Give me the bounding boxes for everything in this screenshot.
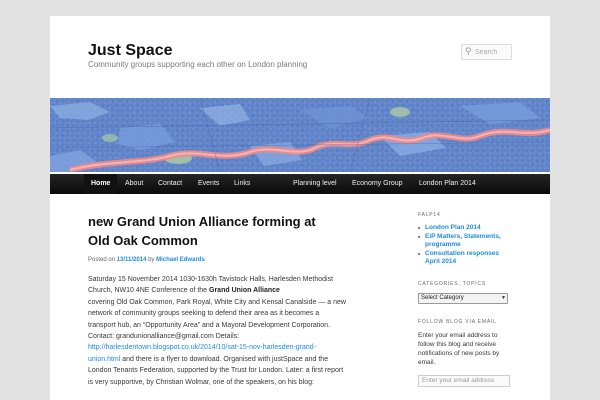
post-title[interactable]: new Grand Union Alliance forming at Old … <box>88 212 346 250</box>
magnifier-icon: ⚲ <box>465 47 472 57</box>
post-title-line1[interactable]: new Grand Union Alliance forming at <box>88 214 316 229</box>
post-meta: Posted on 13/11/2014 by Michael Edwards <box>88 257 346 263</box>
nav-item-planning-level[interactable]: Planning level <box>286 174 344 194</box>
link-london-plan-2014[interactable]: London Plan 2014 <box>425 224 481 231</box>
list-item: EiP Matters, Statements, programme <box>418 233 514 250</box>
post-bold-alliance: Grand Union Alliance <box>209 287 280 295</box>
post-body: Saturday 15 November 2014 1030-1630h Tav… <box>88 274 346 388</box>
site-title[interactable]: Just Space <box>88 42 172 60</box>
site-description: Community groups supporting each other o… <box>88 60 308 69</box>
post-paragraph-2: covering Old Oak Common, Park Royal, Whi… <box>88 298 346 341</box>
nav-item-home[interactable]: Home <box>84 174 118 194</box>
follow-email-description: Enter your email address to follow this … <box>418 331 500 366</box>
select-arrows-icon: ▼ <box>501 294 506 301</box>
category-select[interactable]: Select Category ▼ <box>418 292 508 304</box>
post-date-link[interactable]: 13/11/2014 <box>117 257 147 263</box>
category-select-value: Select Category <box>421 294 464 301</box>
post-title-line2[interactable]: Old Oak Common <box>88 233 198 248</box>
widget-title-falp14: FALP14 <box>418 212 441 218</box>
search-placeholder: Search <box>475 49 498 56</box>
list-item: Consultation responses April 2014 <box>418 250 514 267</box>
post-paragraph-3: and there is a flyer to download. Organi… <box>88 355 344 386</box>
nav-item-events[interactable]: Events <box>191 174 226 194</box>
london-map-image <box>50 98 550 172</box>
falp14-link-list: London Plan 2014 EiP Matters, Statements… <box>418 224 514 267</box>
post-author-link[interactable]: Michael Edwards <box>156 257 205 263</box>
main-navigation: Home About Contact Events Links Planning… <box>50 174 550 194</box>
link-eip-matters[interactable]: EiP Matters, Statements, programme <box>425 233 501 249</box>
by-label: by <box>148 257 155 263</box>
nav-item-about[interactable]: About <box>118 174 150 194</box>
email-field[interactable]: Enter your email address <box>418 374 510 387</box>
main-content: new Grand Union Alliance forming at Old … <box>88 212 346 388</box>
nav-item-economy-group[interactable]: Economy Group <box>345 174 410 194</box>
link-consultation-responses[interactable]: Consultation responses April 2014 <box>425 250 499 266</box>
sidebar: FALP14 London Plan 2014 EiP Matters, Sta… <box>418 212 514 387</box>
widget-title-follow-email: Follow Blog via Email <box>418 318 497 325</box>
widget-title-categories: Categories, Topics <box>418 280 487 287</box>
nav-item-links[interactable]: Links <box>227 174 257 194</box>
nav-item-london-plan-2014[interactable]: London Plan 2014 <box>412 174 483 194</box>
search-input[interactable]: ⚲ Search <box>461 44 512 60</box>
page: Just Space Community groups supporting e… <box>50 16 550 400</box>
nav-item-contact[interactable]: Contact <box>151 174 189 194</box>
list-item: London Plan 2014 <box>418 224 514 233</box>
posted-on-label: Posted on <box>88 257 116 263</box>
header-banner-map[interactable] <box>50 98 550 172</box>
